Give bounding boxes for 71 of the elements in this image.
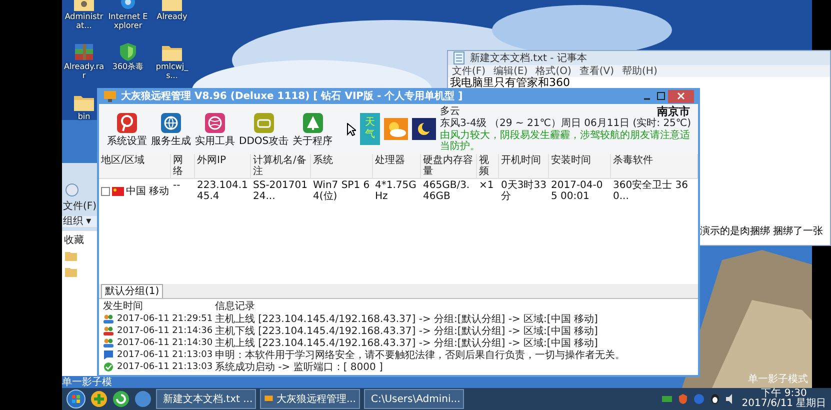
- column-header[interactable]: 信息记录: [215, 301, 694, 313]
- log-message: 主机下线 [223.104.145.4/192.168.43.37] -> 分组:[默认分组] -> 区域:[中国 移动]: [215, 326, 599, 336]
- column-header[interactable]: 安装时间: [549, 154, 611, 178]
- table-cell-text: 465GB/3.46GB: [422, 179, 471, 203]
- column-header[interactable]: 计算机名/备注: [251, 154, 311, 178]
- date-text: 周日 06月11日 (实时: 25℃): [560, 118, 692, 129]
- menu-item[interactable]: 文件(F): [62, 201, 97, 212]
- taskbar-button[interactable]: C:\Users\Admini...: [364, 389, 464, 409]
- table-cell-text: ×1: [478, 179, 495, 193]
- nav-item[interactable]: 收藏: [64, 235, 95, 246]
- table-cell-text: 4*1.75GHz: [374, 179, 418, 203]
- wallpaper-caption: 单一影子模式: [748, 374, 808, 385]
- column-header[interactable]: 发生时间: [103, 301, 215, 313]
- log-message: 申明：本软件用于学习网络安全，请不要触犯法律，否则后果自行负责，一切与操作者无关。: [215, 350, 626, 360]
- taskbar-button[interactable]: 新建文本文档.txt ...: [156, 389, 256, 409]
- clock-time[interactable]: 下午 9:30: [761, 389, 807, 399]
- text-line: 演示的是肉捆绑 捆绑了一张: [700, 226, 824, 237]
- log-time: 2017-06-11 21:13:03: [117, 350, 213, 360]
- toolbar-button[interactable]: 关于程序: [292, 112, 333, 146]
- column-header[interactable]: 杀毒软件: [611, 154, 698, 178]
- table-cell-text: --: [172, 179, 182, 193]
- column-header[interactable]: 处理器: [373, 154, 421, 178]
- table-cell-text: Win7 SP1 64(位): [312, 179, 371, 203]
- menu-item[interactable]: 编辑(E): [494, 66, 528, 76]
- desktop-icon-label[interactable]: Administrat...: [63, 12, 105, 30]
- table-cell-text: 2017-04-05 00:01: [550, 179, 604, 203]
- table-cell-text: SS-20170124...: [252, 179, 308, 203]
- weather-condition: 多云: [440, 106, 460, 117]
- log-time: 2017-06-11 21:29:51: [117, 314, 213, 324]
- desktop-icon-label[interactable]: bin: [78, 112, 90, 121]
- desktop-icon-label[interactable]: Already: [156, 12, 188, 21]
- wallpaper-caption: 单一影子模: [62, 377, 112, 388]
- toolbar-button[interactable]: 服务生成: [151, 112, 191, 146]
- log-time: 2017-06-11 21:14:36: [117, 326, 213, 336]
- column-header[interactable]: 系统: [311, 154, 373, 178]
- desktop-icon-label[interactable]: 360杀毒: [112, 62, 144, 71]
- organize-button[interactable]: 组织 ▾: [62, 216, 97, 227]
- toolbar-button[interactable]: 实用工具: [195, 112, 235, 146]
- weather-notice: 由风力较大，阴段易发生霾霾，涉驾较航的朋友请注意适当防护。: [440, 130, 690, 152]
- table-cell-text: 223.104.145.4: [196, 179, 249, 203]
- log-message: 主机上线 [223.104.145.4/192.168.43.37] -> 分组:[默认分组] -> 区域:[中国 移动]: [215, 338, 599, 348]
- column-header[interactable]: 硬盘内存容量: [421, 154, 477, 178]
- table-cell: 中国 移动: [126, 186, 170, 196]
- window-title: 大灰狼远程管理 V8.96 (Deluxe 1118) [ 钻石 VIP版 - 个人专用单机型 ]: [121, 90, 464, 102]
- desktop-icon-label[interactable]: Internet Explorer: [107, 12, 149, 30]
- menu-item[interactable]: 文件(F): [452, 66, 486, 76]
- column-header[interactable]: 视频: [477, 154, 499, 178]
- desktop-icon-label[interactable]: Already.rar: [63, 62, 105, 80]
- column-header[interactable]: 网络: [171, 154, 195, 178]
- column-header[interactable]: 外网IP: [195, 154, 251, 178]
- taskbar-button[interactable]: 大灰狼远程管理...: [260, 389, 360, 409]
- table-cell-text: 360安全卫士 360...: [612, 179, 689, 203]
- log-message: 系统成功启动 -> 监听端口：[ 8000 ]: [215, 362, 384, 372]
- wind-text: 东风3-4级 （29 ~ 21℃）: [440, 118, 561, 129]
- toolbar-button[interactable]: 系统设置: [107, 112, 147, 146]
- log-time: 2017-06-11 21:13:03: [117, 362, 213, 372]
- group-tab[interactable]: 默认分组(1): [101, 284, 164, 298]
- desktop-icon-label[interactable]: pmlcwj_s...: [151, 62, 193, 80]
- clock-date[interactable]: 2017/6/11 星期日: [742, 399, 826, 409]
- log-message: 主机上线 [223.104.145.4/192.168.43.37] -> 分组:[默认分组] -> 区域:[中国 移动]: [215, 314, 599, 324]
- window-title: 新建文本文档.txt - 记事本: [470, 52, 587, 64]
- column-header[interactable]: 开机时间: [499, 154, 549, 178]
- text-line: 我电脑里只有管家和360: [450, 77, 571, 88]
- menu-item[interactable]: 格式(O): [536, 66, 572, 76]
- toolbar-button[interactable]: DDOS攻击: [239, 112, 289, 146]
- menu-item[interactable]: 帮助(H): [622, 66, 658, 76]
- menu-item[interactable]: 查看(V): [579, 66, 614, 76]
- log-time: 2017-06-11 21:14:30: [117, 338, 213, 348]
- column-header[interactable]: 地区/区域: [99, 154, 171, 178]
- city-name: 南京市: [657, 106, 690, 117]
- table-cell-text: 0天3时33分: [500, 179, 548, 203]
